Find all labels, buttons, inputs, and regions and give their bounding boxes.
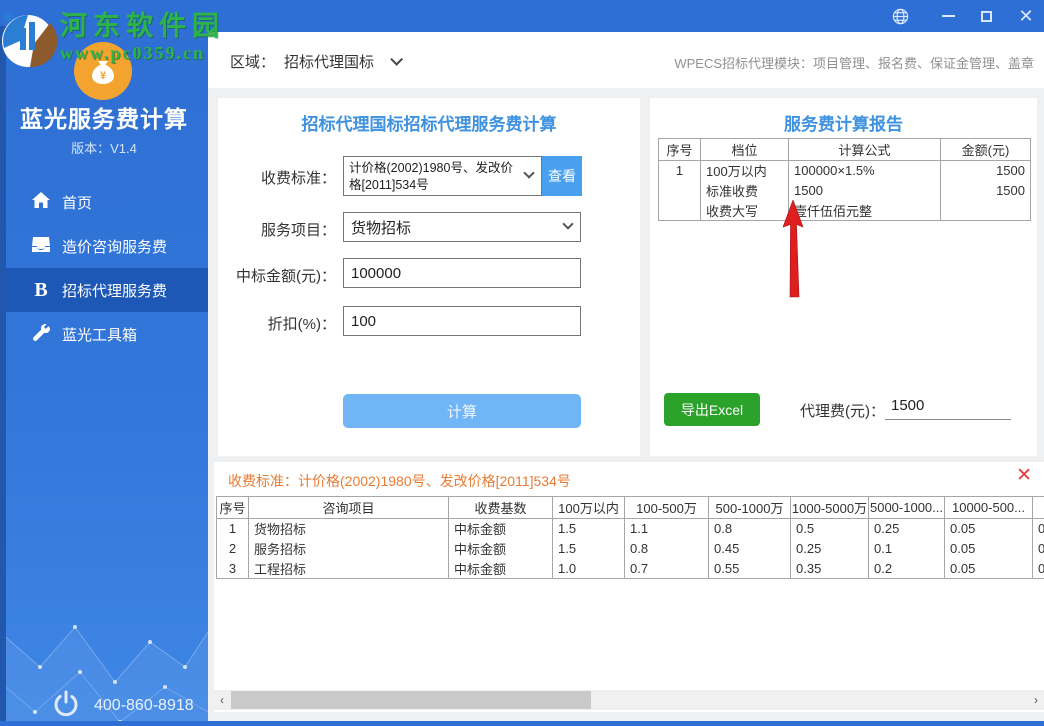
scroll-right-icon[interactable]: › — [1028, 690, 1044, 710]
standard-select-value: 计价格(2002)1980号、发改价格[2011]534号 — [349, 161, 513, 192]
letter-b-icon: B — [30, 279, 52, 302]
fee-standard-header: 收费标准：计价格(2002)1980号、发改价格[2011]534号 — [228, 471, 571, 491]
col-formula: 计算公式 — [789, 139, 941, 161]
svg-text:¥: ¥ — [100, 70, 107, 82]
horizontal-scrollbar[interactable]: ‹ › — [214, 690, 1044, 710]
calc-form-title: 招标代理国标招标代理服务费计算 — [218, 110, 640, 135]
discount-input[interactable] — [343, 306, 581, 336]
maximize-button[interactable] — [966, 0, 1006, 32]
table-row: 1货物招标 中标金额1.5 1.10.8 0.50.25 0.050.0 — [217, 519, 1044, 539]
window-bottom-edge — [0, 721, 1044, 726]
report-title: 服务费计算报告 — [650, 110, 1037, 135]
col-amount: 金额(元) — [941, 139, 1031, 161]
topbar: 区域： 招标代理国标 WPECS招标代理模块：项目管理、报名费、保证金管理、盖章 — [208, 32, 1044, 88]
sidebar: ¥ 蓝光服务费计算 版本：V1.4 首页 造价咨询服务费 B 招标代理服务费 蓝… — [0, 32, 208, 726]
red-arrow-annotation — [780, 200, 806, 300]
chevron-down-icon — [390, 53, 403, 66]
sidebar-item-label: 蓝光工具箱 — [62, 324, 137, 345]
report-header-row: 序号 档位 计算公式 金额(元) — [659, 139, 1031, 161]
table-row: 收费大写 壹仟伍佰元整 — [659, 201, 1031, 221]
app-version: 版本：V1.4 — [0, 138, 208, 157]
close-icon[interactable]: ✕ — [1016, 466, 1032, 485]
calc-form-panel: 招标代理国标招标代理服务费计算 收费标准： 计价格(2002)1980号、发改价… — [218, 98, 640, 456]
sidebar-menu: 首页 造价咨询服务费 B 招标代理服务费 蓝光工具箱 — [0, 180, 208, 356]
agency-fee-label: 代理费(元)： — [800, 400, 885, 421]
sidebar-item-label: 首页 — [62, 192, 92, 213]
minimize-button[interactable] — [928, 0, 968, 32]
table-row: 1100万以内 100000×1.5%1500 — [659, 161, 1031, 181]
sidebar-item-label: 招标代理服务费 — [62, 280, 167, 301]
standard-select[interactable]: 计价格(2002)1980号、发改价格[2011]534号 — [343, 156, 542, 196]
support-phone: 400-860-8918 — [94, 697, 194, 715]
region-dropdown[interactable]: 招标代理国标 — [284, 51, 399, 72]
table-row: 2服务招标 中标金额1.5 0.80.45 0.250.1 0.050.0 — [217, 539, 1044, 559]
amount-label: 中标金额(元)： — [218, 265, 336, 286]
close-button[interactable]: ✕ — [1006, 0, 1044, 32]
discount-label: 折扣(%)： — [218, 313, 336, 334]
sidebar-item-cost-consult[interactable]: 造价咨询服务费 — [0, 224, 208, 268]
module-info-text: WPECS招标代理模块：项目管理、报名费、保证金管理、盖章 — [674, 53, 1034, 72]
app-title: 蓝光服务费计算 — [0, 100, 208, 134]
wrench-icon — [30, 324, 52, 345]
window-left-edge — [0, 26, 6, 726]
view-standard-button[interactable]: 查看 — [542, 156, 582, 196]
clipped-note-text: 3、软件该永久免费使用，随时申请全国咨询服务热线 — [374, 711, 680, 712]
report-panel: 服务费计算报告 序号 档位 计算公式 金额(元) 1100万以内 100000×… — [650, 98, 1037, 456]
power-icon[interactable] — [52, 690, 80, 723]
col-tier: 档位 — [701, 139, 789, 161]
service-select[interactable]: 货物招标 — [343, 212, 581, 242]
globe-icon[interactable] — [880, 0, 920, 32]
report-table: 序号 档位 计算公式 金额(元) 1100万以内 100000×1.5%1500… — [658, 138, 1031, 221]
service-label: 服务项目： — [218, 219, 336, 240]
agency-fee-input[interactable] — [885, 392, 1011, 420]
scrollbar-thumb[interactable] — [231, 691, 591, 709]
contact-row: 400-860-8918 — [0, 686, 208, 726]
calculate-button[interactable]: 计算 — [343, 394, 581, 428]
titlebar: ✕ — [0, 0, 1044, 32]
fee-standard-table: 序号 咨询项目 收费基数 100万以内 100-500万 500-1000万 1… — [216, 496, 1044, 579]
fee-standard-header-row: 序号 咨询项目 收费基数 100万以内 100-500万 500-1000万 1… — [217, 497, 1044, 519]
amount-input[interactable] — [343, 258, 581, 288]
standard-label: 收费标准： — [218, 167, 336, 188]
table-row: 标准收费 15001500 — [659, 181, 1031, 201]
home-icon — [30, 192, 52, 212]
fee-standard-panel: 收费标准：计价格(2002)1980号、发改价格[2011]534号 ✕ 序号 … — [214, 462, 1044, 712]
chevron-down-icon — [562, 218, 573, 229]
sidebar-item-bid-agency[interactable]: B 招标代理服务费 — [0, 268, 208, 312]
sidebar-item-home[interactable]: 首页 — [0, 180, 208, 224]
sidebar-item-toolbox[interactable]: 蓝光工具箱 — [0, 312, 208, 356]
service-select-value: 货物招标 — [351, 220, 411, 237]
table-row: 3工程招标 中标金额1.0 0.70.55 0.350.2 0.050.0 — [217, 559, 1044, 579]
export-excel-button[interactable]: 导出Excel — [664, 393, 760, 426]
region-value: 招标代理国标 — [284, 51, 374, 72]
region-label: 区域： — [230, 51, 275, 72]
moneybag-logo-icon: ¥ — [74, 42, 132, 100]
archive-icon — [30, 237, 52, 256]
sidebar-item-label: 造价咨询服务费 — [62, 236, 167, 257]
scroll-left-icon[interactable]: ‹ — [214, 690, 230, 710]
chevron-down-icon — [523, 167, 534, 178]
col-seq: 序号 — [659, 139, 701, 161]
